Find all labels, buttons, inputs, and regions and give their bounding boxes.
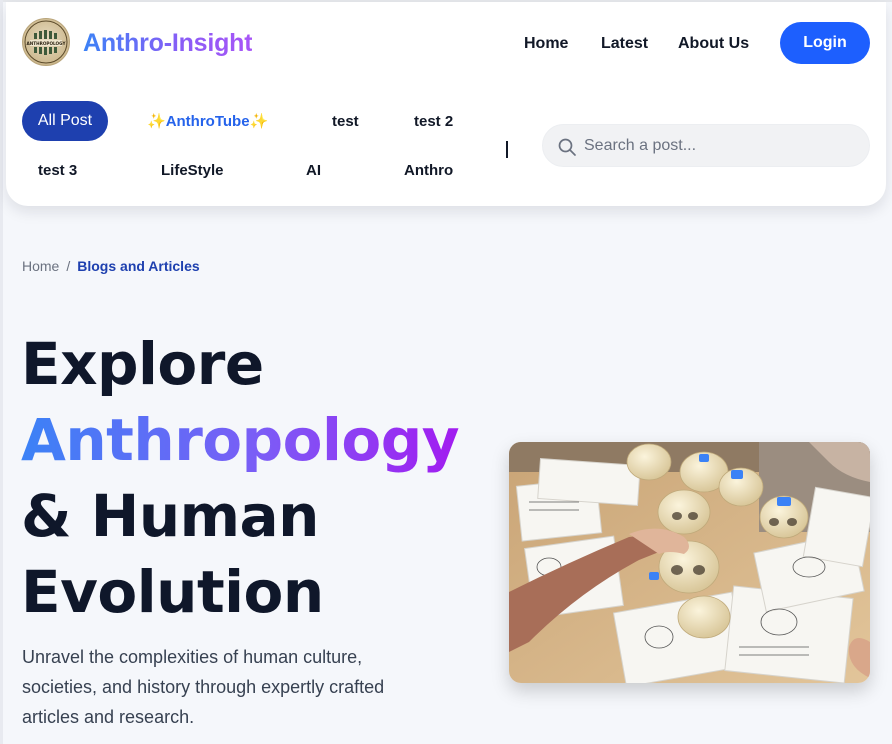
hero-image [509,442,870,683]
nav-about-us[interactable]: About Us [678,35,749,53]
logo-text: ANTHROPOLOGY [27,41,67,46]
search-icon[interactable] [557,137,577,157]
hero-title-line-3: & Human [21,482,319,550]
left-border [0,0,3,744]
category-all-post[interactable]: All Post [22,101,108,141]
breadcrumb: Home / Blogs and Articles [22,258,200,274]
category-test-2[interactable]: test 2 [414,113,453,130]
anthropology-logo-icon[interactable]: ANTHROPOLOGY [22,18,70,66]
nav-latest[interactable]: Latest [601,35,648,53]
breadcrumb-home[interactable]: Home [22,258,59,274]
hero-title: Explore Anthropology & Human Evolution [21,326,481,630]
hero-title-highlight: Anthropology [21,406,460,474]
divider [506,141,508,158]
category-anthrotube[interactable]: ✨AnthroTube✨ [147,112,268,130]
category-ai[interactable]: AI [306,162,321,179]
category-anthro[interactable]: Anthro [404,162,453,179]
sparkle-icon: ✨ [147,113,166,130]
brand-name[interactable]: Anthro-Insight [83,29,253,58]
category-test-3[interactable]: test 3 [38,162,77,179]
category-test[interactable]: test [332,113,359,130]
hero-title-line-4: Evolution [21,558,324,626]
hero-title-line-1: Explore [21,330,264,398]
category-lifestyle[interactable]: LifeStyle [161,162,224,179]
breadcrumb-current: Blogs and Articles [77,258,200,274]
hero-subtitle: Unravel the complexities of human cultur… [22,647,385,727]
breadcrumb-separator: / [66,258,71,274]
category-anthrotube-label: AnthroTube [165,113,250,130]
search-box[interactable] [542,124,870,167]
nav-home[interactable]: Home [524,35,568,53]
search-input[interactable] [584,125,854,166]
sparkle-icon: ✨ [249,113,269,130]
site-header: ANTHROPOLOGY Anthro-Insight Home Latest … [6,2,886,206]
login-button[interactable]: Login [780,22,870,64]
